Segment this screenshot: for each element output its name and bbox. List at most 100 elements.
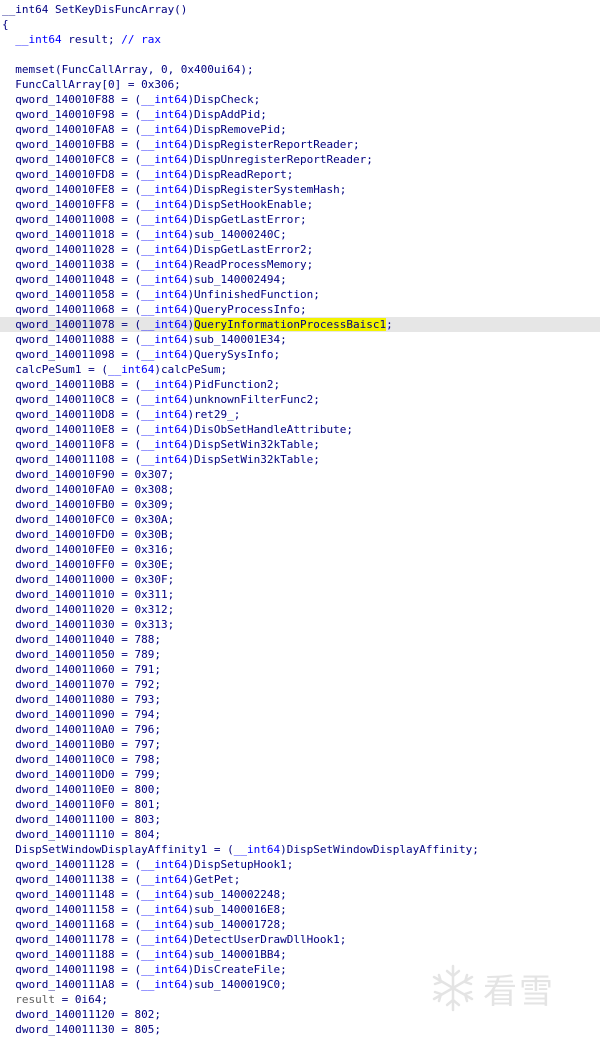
code-line[interactable]: qword_140010FE8 = (__int64)DispRegisterS… [0, 182, 600, 197]
code-token: )ReadProcessMemory; [187, 258, 314, 271]
code-line[interactable]: dword_1400110E0 = 800; [0, 782, 600, 797]
code-line[interactable]: __int64 result; // rax [0, 32, 600, 47]
type-keyword: __int64 [141, 243, 188, 256]
code-line[interactable]: DispSetWindowDisplayAffinity1 = (__int64… [0, 842, 600, 857]
code-line[interactable]: __int64 SetKeyDisFuncArray() [0, 2, 600, 17]
code-line[interactable]: qword_140011088 = (__int64)sub_140001E34… [0, 332, 600, 347]
code-line[interactable]: dword_140010FA0 = 0x308; [0, 482, 600, 497]
code-line[interactable]: qword_1400110C8 = (__int64)unknownFilter… [0, 392, 600, 407]
code-line[interactable]: qword_140011158 = (__int64)sub_1400016E8… [0, 902, 600, 917]
code-line[interactable]: qword_1400110E8 = (__int64)DisObSetHandl… [0, 422, 600, 437]
code-token: )DispRegisterReportReader; [187, 138, 360, 151]
code-line[interactable]: qword_140011068 = (__int64)QueryProcessI… [0, 302, 600, 317]
code-line[interactable]: dword_1400110F0 = 801; [0, 797, 600, 812]
watermark-text: 看雪 [483, 972, 555, 1012]
code-token: qword_1400110F8 = ( [2, 438, 142, 451]
pseudocode-view[interactable]: __int64 SetKeyDisFuncArray() { __int64 re… [0, 2, 600, 1037]
code-token: dword_1400110A0 = 796; [2, 723, 161, 736]
code-line[interactable]: dword_140010FE0 = 0x316; [0, 542, 600, 557]
code-token: dword_140011020 = 0x312; [2, 603, 175, 616]
code-line[interactable]: dword_140011100 = 803; [0, 812, 600, 827]
code-line[interactable]: dword_140010FF0 = 0x30E; [0, 557, 600, 572]
code-line[interactable]: dword_140011060 = 791; [0, 662, 600, 677]
type-keyword: __int64 [141, 288, 188, 301]
code-line[interactable]: qword_140011138 = (__int64)GetPet; [0, 872, 600, 887]
code-token: )DetectUserDrawDllHook1; [187, 933, 347, 946]
code-line[interactable]: qword_140011148 = (__int64)sub_140002248… [0, 887, 600, 902]
type-keyword: __int64 [141, 348, 188, 361]
code-line[interactable]: dword_140011070 = 792; [0, 677, 600, 692]
code-line[interactable]: FuncCallArray[0] = 0x306; [0, 77, 600, 92]
code-line[interactable]: qword_140010FD8 = (__int64)DispReadRepor… [0, 167, 600, 182]
code-line[interactable]: dword_140010F90 = 0x307; [0, 467, 600, 482]
code-token: qword_1400110C8 = ( [2, 393, 142, 406]
code-line[interactable]: dword_140010FD0 = 0x30B; [0, 527, 600, 542]
code-line[interactable]: qword_140010F98 = (__int64)DispAddPid; [0, 107, 600, 122]
code-line[interactable]: dword_140010FB0 = 0x309; [0, 497, 600, 512]
code-token: qword_140010FA8 = ( [2, 123, 142, 136]
code-token: )sub_14000240C; [187, 228, 287, 241]
code-line[interactable]: dword_140010FC0 = 0x30A; [0, 512, 600, 527]
code-line[interactable]: dword_1400110A0 = 796; [0, 722, 600, 737]
code-token: )DispCheck; [187, 93, 261, 106]
code-token: dword_1400110F0 = 801; [2, 798, 161, 811]
code-token: qword_140011098 = ( [2, 348, 142, 361]
code-line[interactable]: qword_140010FF8 = (__int64)DispSetHookEn… [0, 197, 600, 212]
code-line[interactable]: qword_140010F88 = (__int64)DispCheck; [0, 92, 600, 107]
code-line[interactable]: dword_140011110 = 804; [0, 827, 600, 842]
code-token: qword_140011058 = ( [2, 288, 142, 301]
code-token: )sub_1400016E8; [187, 903, 287, 916]
code-line[interactable]: qword_1400110D8 = (__int64)ret29_; [0, 407, 600, 422]
code-line[interactable]: qword_1400110F8 = (__int64)DispSetWin32k… [0, 437, 600, 452]
code-token: dword_140011000 = 0x30F; [2, 573, 175, 586]
type-keyword: __int64 [141, 963, 188, 976]
code-token: qword_140011088 = ( [2, 333, 142, 346]
code-line[interactable]: calcPeSum1 = (__int64)calcPeSum; [0, 362, 600, 377]
code-line[interactable]: qword_140010FB8 = (__int64)DispRegisterR… [0, 137, 600, 152]
code-token: )sub_1400019C0; [187, 978, 287, 991]
code-line[interactable]: qword_140011128 = (__int64)DispSetupHook… [0, 857, 600, 872]
code-token: dword_140011080 = 793; [2, 693, 161, 706]
code-line[interactable]: qword_140011048 = (__int64)sub_140002494… [0, 272, 600, 287]
code-token: dword_140011090 = 794; [2, 708, 161, 721]
code-line[interactable]: qword_140011028 = (__int64)DispGetLastEr… [0, 242, 600, 257]
code-line[interactable] [0, 47, 600, 62]
code-token: )sub_140001BB4; [187, 948, 287, 961]
code-line[interactable]: qword_140011018 = (__int64)sub_14000240C… [0, 227, 600, 242]
code-line[interactable]: dword_140011080 = 793; [0, 692, 600, 707]
watermark: 看雪 [427, 958, 587, 1018]
code-line[interactable]: dword_1400110C0 = 798; [0, 752, 600, 767]
code-line[interactable]: dword_140011010 = 0x311; [0, 587, 600, 602]
code-line[interactable]: dword_140011020 = 0x312; [0, 602, 600, 617]
code-token: qword_140010FD8 = ( [2, 168, 142, 181]
type-keyword: __int64 [141, 888, 188, 901]
code-token: dword_1400110E0 = 800; [2, 783, 161, 796]
code-line[interactable]: dword_140011000 = 0x30F; [0, 572, 600, 587]
code-token: qword_140011188 = ( [2, 948, 142, 961]
code-line[interactable]: qword_140011078 = (__int64)QueryInformat… [0, 317, 600, 332]
code-line[interactable]: dword_1400110D0 = 799; [0, 767, 600, 782]
code-line[interactable]: qword_140011058 = (__int64)UnfinishedFun… [0, 287, 600, 302]
code-line[interactable]: dword_140011130 = 805; [0, 1022, 600, 1037]
code-line[interactable]: qword_140011008 = (__int64)DispGetLastEr… [0, 212, 600, 227]
code-line[interactable]: qword_140011108 = (__int64)DispSetWin32k… [0, 452, 600, 467]
code-token: DispSetWindowDisplayAffinity1 = ( [2, 843, 234, 856]
code-line[interactable]: { [0, 17, 600, 32]
code-line[interactable]: dword_140011040 = 788; [0, 632, 600, 647]
code-line[interactable]: dword_140011030 = 0x313; [0, 617, 600, 632]
code-line[interactable]: qword_140010FA8 = (__int64)DispRemovePid… [0, 122, 600, 137]
code-line[interactable]: dword_1400110B0 = 797; [0, 737, 600, 752]
type-keyword: __int64 [141, 918, 188, 931]
code-line[interactable]: qword_140011098 = (__int64)QuerySysInfo; [0, 347, 600, 362]
code-line[interactable]: qword_140011178 = (__int64)DetectUserDra… [0, 932, 600, 947]
code-line[interactable]: dword_140011050 = 789; [0, 647, 600, 662]
code-line[interactable]: memset(FuncCallArray, 0, 0x400ui64); [0, 62, 600, 77]
code-line[interactable]: qword_140011038 = (__int64)ReadProcessMe… [0, 257, 600, 272]
code-line[interactable]: qword_140010FC8 = (__int64)DispUnregiste… [0, 152, 600, 167]
code-line[interactable]: qword_1400110B8 = (__int64)PidFunction2; [0, 377, 600, 392]
code-line[interactable]: qword_140011168 = (__int64)sub_140001728… [0, 917, 600, 932]
code-token: qword_1400110D8 = ( [2, 408, 142, 421]
type-keyword: __int64 [141, 318, 188, 331]
type-keyword: __int64 [141, 858, 188, 871]
code-line[interactable]: dword_140011090 = 794; [0, 707, 600, 722]
